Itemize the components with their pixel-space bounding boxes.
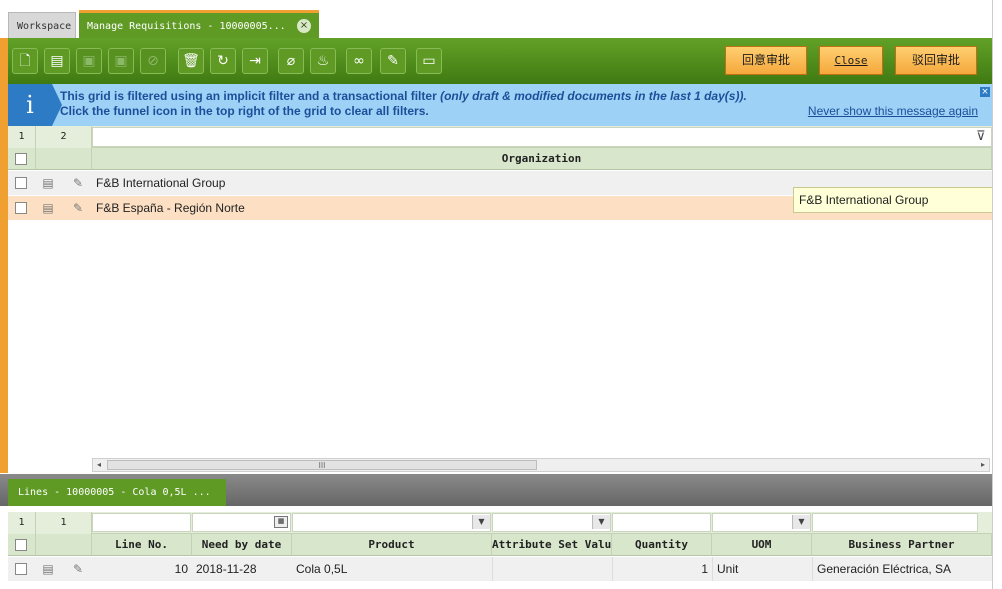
- business-partner-column-header[interactable]: Business Partner: [812, 534, 992, 556]
- refresh-icon[interactable]: ↻: [210, 48, 236, 74]
- tools-icon[interactable]: ✎: [380, 48, 406, 74]
- lines-select-all-cell: [8, 534, 36, 556]
- pager-page: 1: [8, 126, 36, 148]
- never-show-link[interactable]: Never show this message again: [808, 104, 978, 118]
- row-checkbox[interactable]: [15, 177, 27, 189]
- audit-trail-icon[interactable]: ♨: [310, 48, 336, 74]
- quantity-cell[interactable]: 1: [612, 557, 712, 581]
- app-window: Workspace Manage Requisitions - 10000005…: [0, 0, 1002, 589]
- edit-pencil-icon[interactable]: ✎: [71, 176, 85, 190]
- document-icon[interactable]: ▤: [41, 201, 55, 215]
- tooltip: F&B International Group: [793, 187, 993, 213]
- organization-column-header[interactable]: Organization: [92, 148, 992, 170]
- tab-manage-requisitions-label: Manage Requisitions - 10000005...: [87, 21, 286, 32]
- product-column-header[interactable]: Product: [292, 534, 492, 556]
- organization-filter-input[interactable]: [92, 127, 992, 147]
- banner-line-1-italic: (only draft & modified documents in the …: [440, 89, 747, 103]
- lines-select-all-checkbox[interactable]: [15, 539, 27, 551]
- line-no-cell[interactable]: 10: [92, 557, 192, 581]
- organization-cell[interactable]: F&B España - Región Norte: [92, 196, 792, 220]
- lines-section-bar: Lines - 10000005 - Cola 0,5L ...: [0, 474, 992, 506]
- save-icon[interactable]: ▣: [76, 48, 102, 74]
- need-by-date-column-header[interactable]: Need by date: [192, 534, 292, 556]
- new-document-icon[interactable]: 🗋: [12, 48, 38, 74]
- tab-bar: Workspace Manage Requisitions - 10000005…: [0, 0, 992, 38]
- line-no-column-header[interactable]: Line No.: [92, 534, 192, 556]
- horizontal-scrollbar[interactable]: ◂ III ▸: [92, 458, 990, 472]
- link-icon[interactable]: ∞: [346, 48, 372, 74]
- organization-cell[interactable]: F&B International Group: [92, 171, 792, 195]
- product-dropdown-icon[interactable]: ▼: [472, 515, 490, 529]
- business-partner-filter-input[interactable]: [812, 513, 978, 532]
- main-toolbar: 🗋 ▤ ▣ ▣ ⊘ 🗑 ↻ ⇥ ⌀ ♨ ∞ ✎ ▭ 回意审批 Close 驳回审…: [0, 38, 992, 84]
- line-no-filter-input[interactable]: [92, 513, 191, 532]
- attribute-dropdown-icon[interactable]: ▼: [592, 515, 610, 529]
- requisitions-grid: 1 2 ⊽ Organization ▤ ✎ F&B International…: [0, 126, 992, 473]
- right-edge-panel: [992, 0, 1002, 589]
- attribute-set-value-cell[interactable]: [492, 557, 612, 581]
- quantity-filter-input[interactable]: [612, 513, 711, 532]
- scroll-thumb[interactable]: III: [107, 460, 537, 470]
- grid-view-icon[interactable]: ▭: [416, 48, 442, 74]
- quantity-column-header[interactable]: Quantity: [612, 534, 712, 556]
- banner-line-1-text: This grid is filtered using an implicit …: [60, 89, 441, 103]
- attachment-icon[interactable]: ⌀: [278, 48, 304, 74]
- lines-actions-header: [36, 534, 92, 556]
- attribute-set-value-column-header[interactable]: Attribute Set Value: [492, 534, 612, 556]
- filter-info-banner: i This grid is filtered using an implici…: [0, 84, 992, 126]
- reject-button[interactable]: 驳回审批: [895, 46, 977, 75]
- business-partner-cell[interactable]: Generación Eléctrica, SA: [812, 557, 992, 581]
- uom-dropdown-icon[interactable]: ▼: [792, 515, 810, 529]
- document-icon[interactable]: ▤: [41, 176, 55, 190]
- uom-column-header[interactable]: UOM: [712, 534, 812, 556]
- close-tab-icon[interactable]: ×: [297, 19, 311, 33]
- banner-line-1: This grid is filtered using an implicit …: [60, 89, 747, 103]
- banner-line-2: Click the funnel icon in the top right o…: [60, 104, 429, 118]
- lines-pager-page: 1: [8, 512, 36, 534]
- cancel-save-icon[interactable]: ▣: [108, 48, 134, 74]
- delete-icon[interactable]: 🗑: [178, 48, 204, 74]
- scroll-right-icon[interactable]: ▸: [977, 459, 989, 471]
- new-record-icon[interactable]: ▤: [44, 48, 70, 74]
- pager-count: 2: [36, 126, 92, 148]
- info-icon: i: [8, 84, 62, 126]
- actions-header: [36, 148, 92, 170]
- reapprove-button[interactable]: 回意审批: [725, 46, 807, 75]
- edit-pencil-icon[interactable]: ✎: [71, 201, 85, 215]
- calendar-icon[interactable]: ▦: [274, 516, 288, 528]
- select-all-checkbox[interactable]: [15, 153, 27, 165]
- close-button[interactable]: Close: [819, 46, 883, 75]
- lines-pager-count: 1: [36, 512, 92, 534]
- product-cell[interactable]: Cola 0,5L: [292, 557, 492, 581]
- select-all-cell: [8, 148, 36, 170]
- close-banner-icon[interactable]: ×: [980, 87, 990, 97]
- tab-workspace[interactable]: Workspace: [8, 12, 76, 38]
- uom-cell[interactable]: Unit: [712, 557, 812, 581]
- product-filter-input[interactable]: [292, 513, 491, 532]
- edit-pencil-icon[interactable]: ✎: [71, 562, 85, 576]
- cancel-icon[interactable]: ⊘: [140, 48, 166, 74]
- document-icon[interactable]: ▤: [41, 562, 55, 576]
- need-by-date-cell[interactable]: 2018-11-28: [192, 557, 292, 581]
- row-checkbox[interactable]: [15, 202, 27, 214]
- tab-manage-requisitions[interactable]: Manage Requisitions - 10000005... ×: [79, 10, 319, 38]
- tab-lines[interactable]: Lines - 10000005 - Cola 0,5L ...: [8, 479, 226, 506]
- funnel-filter-icon[interactable]: ⊽: [976, 129, 990, 145]
- scroll-left-icon[interactable]: ◂: [93, 459, 105, 471]
- lines-grid: 1 1 ▦ ▼ ▼ ▼ Line No. Need by date Produc…: [0, 506, 992, 589]
- row-checkbox[interactable]: [15, 563, 27, 575]
- tab-workspace-label: Workspace: [17, 21, 72, 32]
- export-icon[interactable]: ⇥: [242, 48, 268, 74]
